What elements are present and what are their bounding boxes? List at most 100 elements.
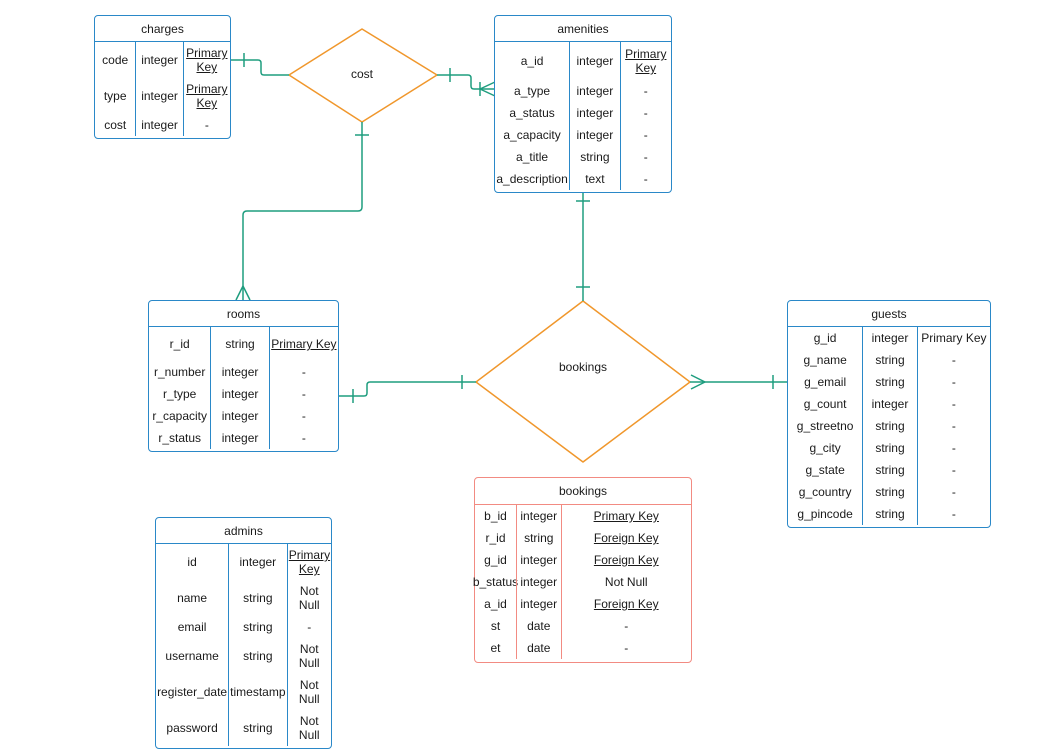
field-name-text: a_id (484, 597, 507, 611)
field-type-text: string (875, 441, 905, 455)
field-constraint-text: - (624, 619, 629, 633)
table-charges[interactable]: charges code type cost integer integer integer… (94, 15, 231, 139)
field-type-text: text (585, 172, 605, 186)
field-constraint-text: - (951, 353, 956, 367)
field-type: string (229, 616, 286, 638)
field-type-text: string (243, 649, 273, 663)
field-constraint-text: - (643, 172, 648, 186)
field-constraint: - (562, 637, 692, 659)
field-type-text: integer (141, 118, 178, 132)
field-type: integer (136, 78, 182, 114)
field-name-text: code (102, 53, 129, 67)
field-constraint: - (918, 393, 990, 415)
field-type-text: integer (520, 575, 558, 589)
relationship-bookings-label: bookings (558, 360, 608, 374)
field-constraint: Primary Key (621, 42, 671, 80)
field-type-text: integer (576, 84, 614, 98)
field-constraint-text: Primary Key (625, 47, 667, 75)
field-constraint-text: Primary Key (288, 548, 331, 576)
field-name: g_email (788, 371, 862, 393)
field-constraint-text: - (307, 620, 312, 634)
column-name-column: code type cost (95, 42, 135, 136)
relationship-bookings-diamond[interactable] (475, 300, 691, 463)
field-name: cost (95, 114, 135, 136)
table-guests[interactable]: guests g_id g_name g_email g_count g_streetno… (787, 300, 991, 528)
field-name: b_status (473, 571, 518, 593)
field-type-text: integer (576, 106, 614, 120)
field-name: g_count (788, 393, 862, 415)
field-name: password (156, 710, 228, 746)
field-constraint-text: Primary Key (593, 509, 659, 523)
field-constraint-text: Primary Key (186, 82, 228, 110)
field-type: integer (136, 42, 182, 78)
field-name: a_id (475, 593, 516, 615)
field-constraint: - (918, 349, 990, 371)
field-name-text: username (165, 649, 219, 663)
link-rooms-bookings (339, 381, 476, 397)
field-name-text: g_state (805, 463, 845, 477)
table-rooms[interactable]: rooms r_id r_number r_type r_capacity r_statu… (148, 300, 339, 452)
field-constraint: Foreign Key (562, 593, 692, 615)
field-type-text: integer (576, 128, 614, 142)
field-constraint: Not Null (288, 580, 332, 616)
field-constraint: Primary Key (918, 327, 990, 349)
field-constraint-text: Primary Key (271, 337, 337, 351)
table-admins[interactable]: admins id name email username register_date pa… (155, 517, 332, 749)
field-name-text: r_number (153, 365, 206, 379)
field-name-text: register_date (157, 685, 228, 699)
table-amenities[interactable]: amenities a_id a_type a_status a_capacity a_t… (494, 15, 672, 193)
field-type-text: integer (520, 597, 558, 611)
table-bookings[interactable]: bookings b_id r_id g_id b_status a_id st et inte… (473, 477, 692, 663)
field-type: string (863, 437, 916, 459)
column-name-column: b_id r_id g_id b_status a_id st et (473, 505, 518, 659)
field-constraint: - (621, 80, 671, 102)
field-name-text: g_city (809, 441, 841, 455)
field-constraint-text: - (204, 118, 209, 132)
field-type: text (570, 168, 619, 190)
field-type-text: date (527, 619, 551, 633)
field-type: string (229, 580, 286, 616)
field-name-text: g_country (798, 485, 852, 499)
field-name: g_state (788, 459, 862, 481)
field-name-text: a_type (514, 84, 551, 98)
field-constraint: Primary Key (184, 78, 230, 114)
field-constraint: Primary Key (288, 544, 332, 580)
field-type: string (570, 146, 619, 168)
relationship-cost-label: cost (350, 67, 373, 81)
field-name: g_city (788, 437, 862, 459)
field-type-text: integer (520, 509, 558, 523)
field-type: integer (517, 593, 561, 615)
field-constraint: - (918, 415, 990, 437)
field-type: string (211, 327, 268, 361)
field-name: username (156, 638, 228, 674)
field-name-text: a_id (520, 54, 544, 68)
field-constraint-text: - (643, 128, 648, 142)
many-marker (690, 374, 706, 390)
field-name-text: g_count (803, 397, 847, 411)
column-name-column: a_id a_type a_status a_capacity a_title a_des… (495, 42, 569, 190)
field-type: string (863, 481, 916, 503)
field-constraint: Not Null (288, 674, 332, 710)
field-type-text: string (225, 337, 255, 351)
field-type-text: string (580, 150, 610, 164)
field-type: string (229, 638, 286, 674)
field-constraint-text: Primary Key (186, 46, 228, 74)
field-type-text: string (875, 353, 905, 367)
field-constraint-text: - (951, 463, 956, 477)
field-name: st (475, 615, 516, 637)
field-type: string (863, 349, 916, 371)
field-name-text: r_id (485, 531, 506, 545)
field-type-text: integer (239, 555, 277, 569)
field-name-text: r_status (158, 431, 202, 445)
field-type: string (863, 371, 916, 393)
field-name: g_id (788, 327, 862, 349)
field-type-text: string (875, 485, 905, 499)
field-name: r_capacity (149, 405, 210, 427)
field-name-text: g_id (813, 331, 837, 345)
field-type-text: date (527, 641, 551, 655)
field-name: r_id (149, 327, 210, 361)
field-constraint-text: - (951, 419, 956, 433)
field-name: g_pincode (788, 503, 862, 525)
field-type: date (517, 615, 561, 637)
field-type: integer (570, 42, 619, 80)
